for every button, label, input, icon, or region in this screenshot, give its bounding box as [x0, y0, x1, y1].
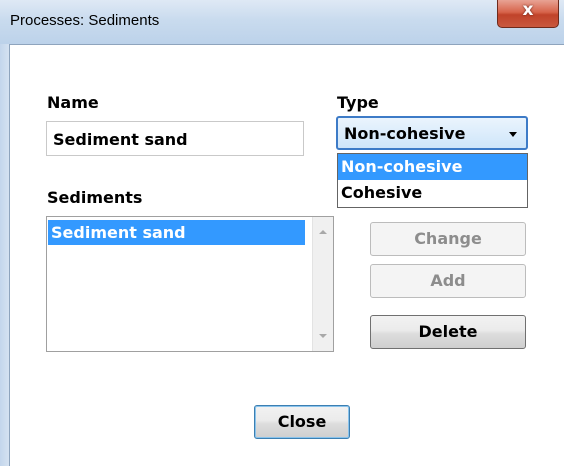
dialog-window: Processes: Sediments x Name Sediment san… [0, 0, 564, 466]
scroll-down-icon[interactable] [319, 334, 327, 338]
title-bar[interactable]: Processes: Sediments x [0, 0, 564, 44]
window-title: Processes: Sediments [10, 12, 160, 29]
close-icon: x [522, 0, 534, 20]
close-button[interactable]: Close [254, 405, 350, 439]
name-label: Name [47, 93, 99, 112]
type-option-cohesive[interactable]: Cohesive [338, 180, 527, 206]
change-button[interactable]: Change [370, 222, 526, 256]
list-item[interactable]: Sediment sand [48, 220, 305, 245]
name-input[interactable]: Sediment sand [46, 121, 304, 156]
scroll-up-icon[interactable] [319, 230, 327, 234]
sediments-listbox[interactable]: Sediment sand [46, 216, 334, 352]
name-input-value: Sediment sand [53, 130, 188, 149]
sediments-label: Sediments [47, 188, 143, 207]
window-close-button[interactable]: x [497, 0, 559, 28]
type-dropdown-list: Non-cohesive Cohesive [337, 153, 528, 208]
chevron-down-icon [509, 132, 517, 137]
type-label: Type [337, 93, 379, 112]
window-frame-left [0, 44, 9, 466]
type-select-value: Non-cohesive [344, 124, 466, 143]
type-select[interactable]: Non-cohesive [336, 116, 528, 150]
window-frame-left-edge [9, 44, 10, 466]
delete-button[interactable]: Delete [370, 315, 526, 349]
type-option-non-cohesive[interactable]: Non-cohesive [338, 154, 527, 180]
window-frame-top-edge [9, 44, 564, 45]
add-button[interactable]: Add [370, 264, 526, 298]
listbox-scrollbar[interactable] [312, 217, 333, 351]
